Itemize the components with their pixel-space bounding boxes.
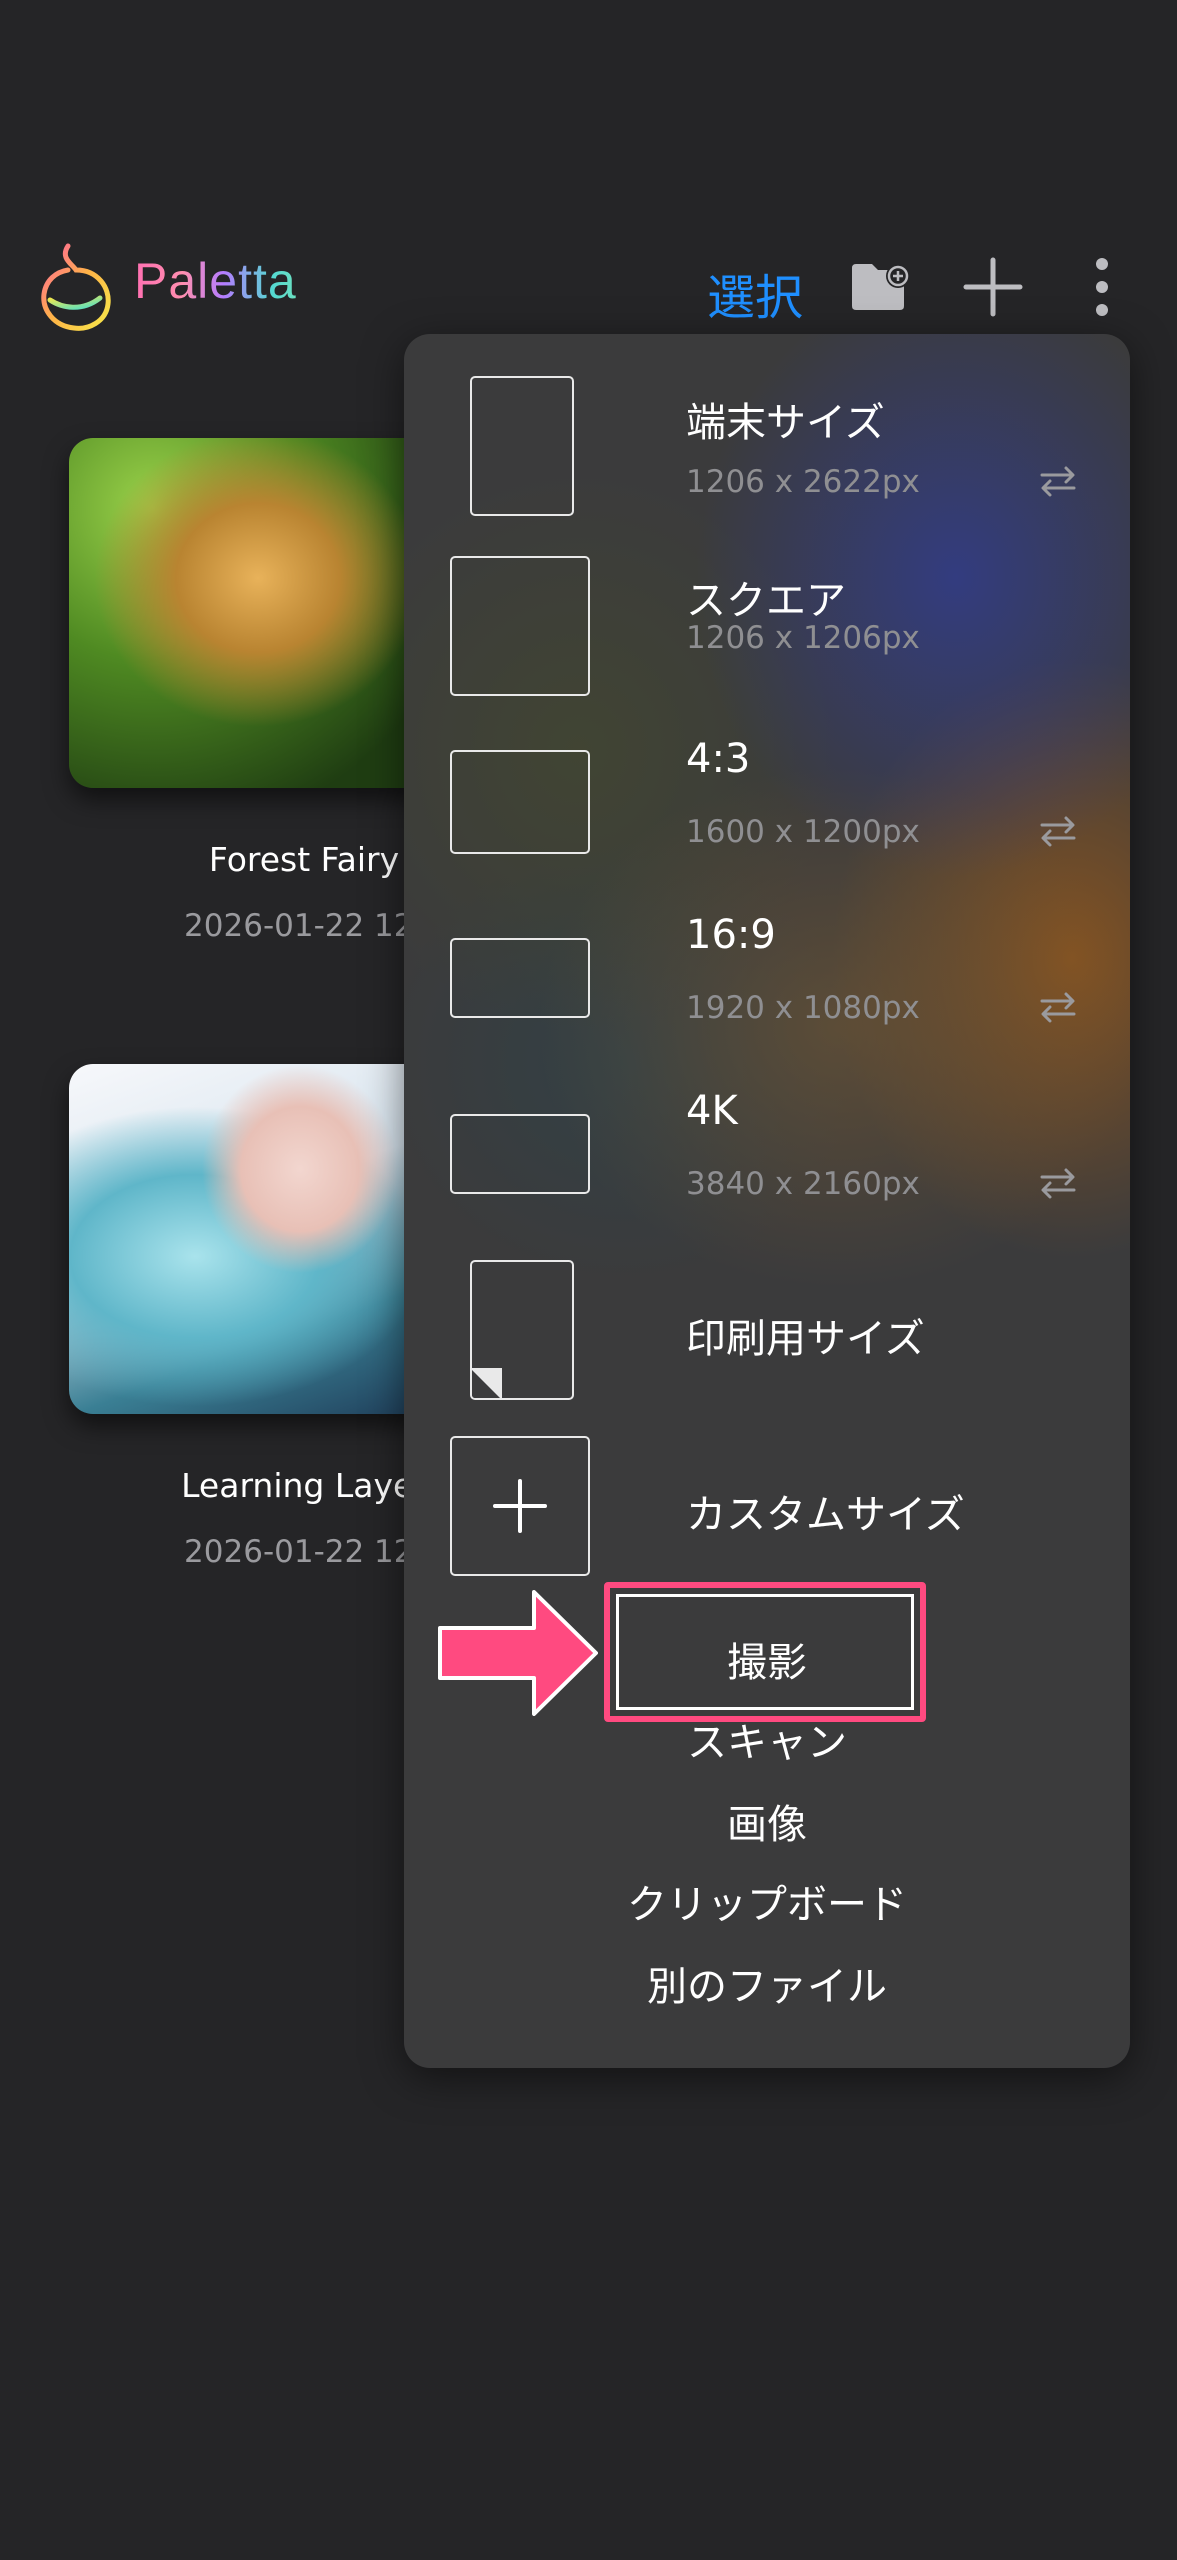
- highlight-box: [604, 1582, 926, 1722]
- menu-item-title: 端末サイズ: [686, 400, 885, 446]
- swap-orientation-icon[interactable]: [1036, 464, 1080, 498]
- menu-item-size: 1920 x 1080px: [686, 990, 920, 1026]
- swap-orientation-icon[interactable]: [1036, 1166, 1080, 1200]
- custom-size-plus-icon: [450, 1436, 590, 1576]
- menu-item-title: 16:9: [686, 912, 776, 958]
- landscape-4-3-canvas-icon: [450, 750, 590, 854]
- menu-item-title: 4:3: [686, 736, 751, 782]
- portrait-canvas-icon: [470, 376, 574, 516]
- swap-orientation-icon[interactable]: [1036, 814, 1080, 848]
- menu-item-image[interactable]: 画像: [404, 1792, 1130, 1850]
- paletta-logo-icon: [41, 243, 111, 331]
- more-vertical-icon[interactable]: [1090, 256, 1114, 318]
- pointer-arrow-icon: [438, 1590, 598, 1716]
- new-folder-icon[interactable]: [850, 258, 912, 314]
- menu-item-device-size[interactable]: 端末サイズ 1206 x 2622px: [404, 364, 1130, 534]
- select-button[interactable]: 選択: [707, 258, 803, 328]
- app-title: Paletta: [134, 253, 297, 309]
- swap-orientation-icon[interactable]: [1036, 990, 1080, 1024]
- menu-item-title: 印刷用サイズ: [686, 1316, 925, 1362]
- menu-item-size: 1206 x 1206px: [686, 620, 920, 656]
- plus-icon[interactable]: [962, 256, 1024, 318]
- print-sheet-icon: [470, 1260, 574, 1400]
- menu-item-4k[interactable]: 4K 3840 x 2160px: [404, 1068, 1130, 1238]
- menu-item-size: 3840 x 2160px: [686, 1166, 920, 1202]
- landscape-16-9-canvas-icon: [450, 938, 590, 1018]
- square-canvas-icon: [450, 556, 590, 696]
- menu-item-another-file[interactable]: 別のファイル: [404, 1954, 1130, 2012]
- menu-item-title: スクエア: [686, 578, 846, 624]
- menu-item-print-size[interactable]: 印刷用サイズ: [404, 1244, 1130, 1414]
- landscape-4k-canvas-icon: [450, 1114, 590, 1194]
- menu-item-size: 1600 x 1200px: [686, 814, 920, 850]
- menu-item-size: 1206 x 2622px: [686, 464, 920, 500]
- menu-item-custom-size[interactable]: カスタムサイズ: [404, 1420, 1130, 1590]
- menu-item-title: カスタムサイズ: [686, 1492, 965, 1538]
- menu-item-square[interactable]: スクエア 1206 x 1206px: [404, 540, 1130, 710]
- menu-item-clipboard[interactable]: クリップボード: [404, 1872, 1130, 1930]
- menu-item-title: 4K: [686, 1088, 738, 1134]
- highlight-inner-border: [616, 1594, 914, 1710]
- menu-item-16-9[interactable]: 16:9 1920 x 1080px: [404, 892, 1130, 1062]
- menu-item-4-3[interactable]: 4:3 1600 x 1200px: [404, 716, 1130, 886]
- new-canvas-menu: 端末サイズ 1206 x 2622px スクエア 1206 x 1206px 4…: [404, 334, 1130, 2068]
